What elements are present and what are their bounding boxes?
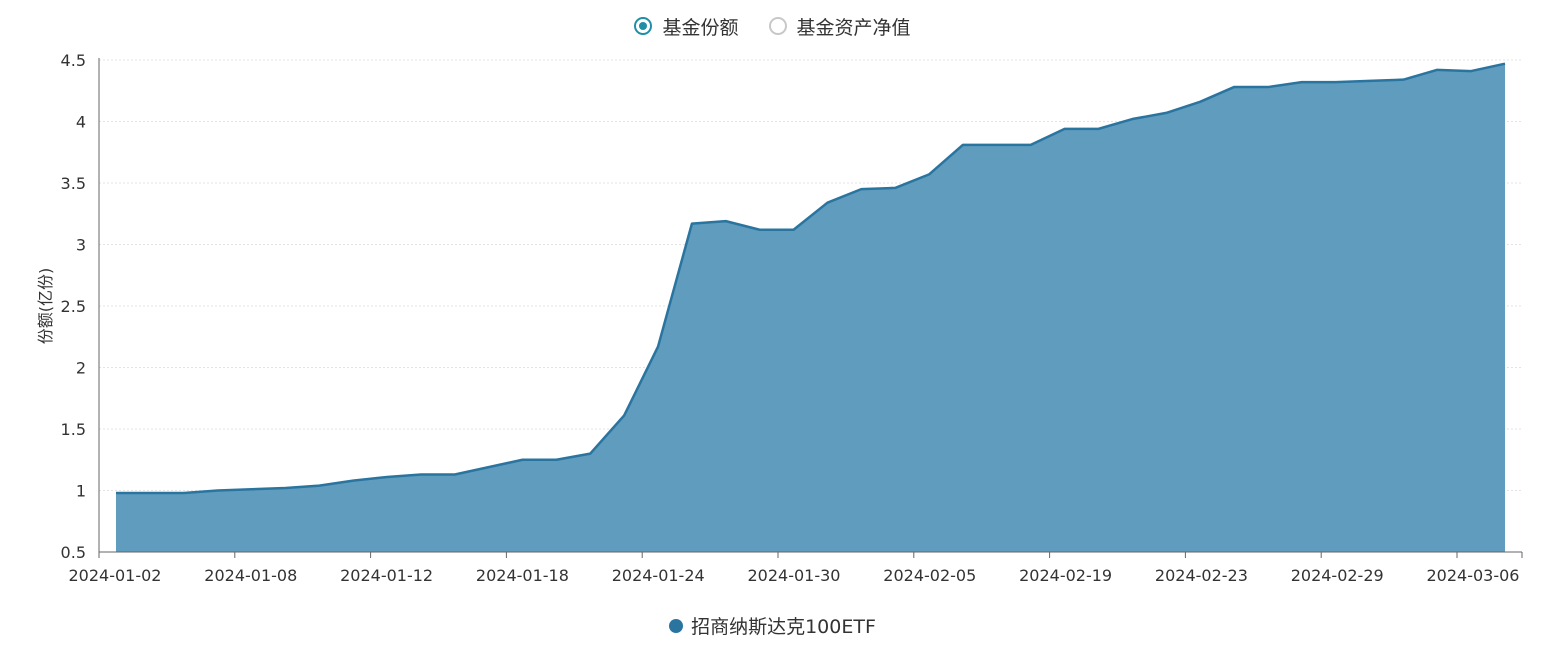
x-tick-label: 2024-01-08: [204, 566, 297, 585]
x-tick-label: 2024-02-19: [1019, 566, 1112, 585]
y-tick-label: 1: [76, 482, 86, 501]
y-tick-label: 2.5: [61, 297, 86, 316]
x-tick-label: 2024-03-06: [1427, 566, 1520, 585]
y-tick-label: 4: [76, 113, 86, 132]
legend[interactable]: 招商纳斯达克100ETF: [0, 612, 1545, 639]
y-tick-label: 0.5: [61, 543, 86, 562]
x-tick-label: 2024-01-18: [476, 566, 569, 585]
x-tick-label: 2024-02-29: [1291, 566, 1384, 585]
legend-dot-icon: [669, 618, 684, 633]
series-area: [116, 63, 1505, 552]
y-tick-label: 4.5: [61, 51, 86, 70]
x-axis-ticks: 2024-01-02 2024-01-08 2024-01-12 2024-01-18…: [69, 552, 1523, 585]
x-tick-label: 2024-02-23: [1155, 566, 1248, 585]
fund-share-area-chart: 0.5 1 1.5 2 2.5 3 3.5 4 4.5 2024-01-02 2024-01-08…: [36, 51, 1523, 585]
y-tick-label: 3: [76, 236, 86, 255]
x-tick-label: 2024-01-12: [340, 566, 433, 585]
x-tick-label: 2024-01-02: [69, 566, 162, 585]
x-tick-label: 2024-01-30: [748, 566, 841, 585]
y-tick-label: 3.5: [61, 174, 86, 193]
x-tick-label: 2024-02-05: [883, 566, 976, 585]
y-axis-label: 份额(亿份): [36, 268, 55, 345]
y-axis-ticks: 0.5 1 1.5 2 2.5 3 3.5 4 4.5: [61, 51, 86, 562]
y-tick-label: 1.5: [61, 420, 86, 439]
x-tick-label: 2024-01-24: [612, 566, 705, 585]
legend-series-name: 招商纳斯达克100ETF: [691, 616, 876, 638]
y-tick-label: 2: [76, 359, 86, 378]
